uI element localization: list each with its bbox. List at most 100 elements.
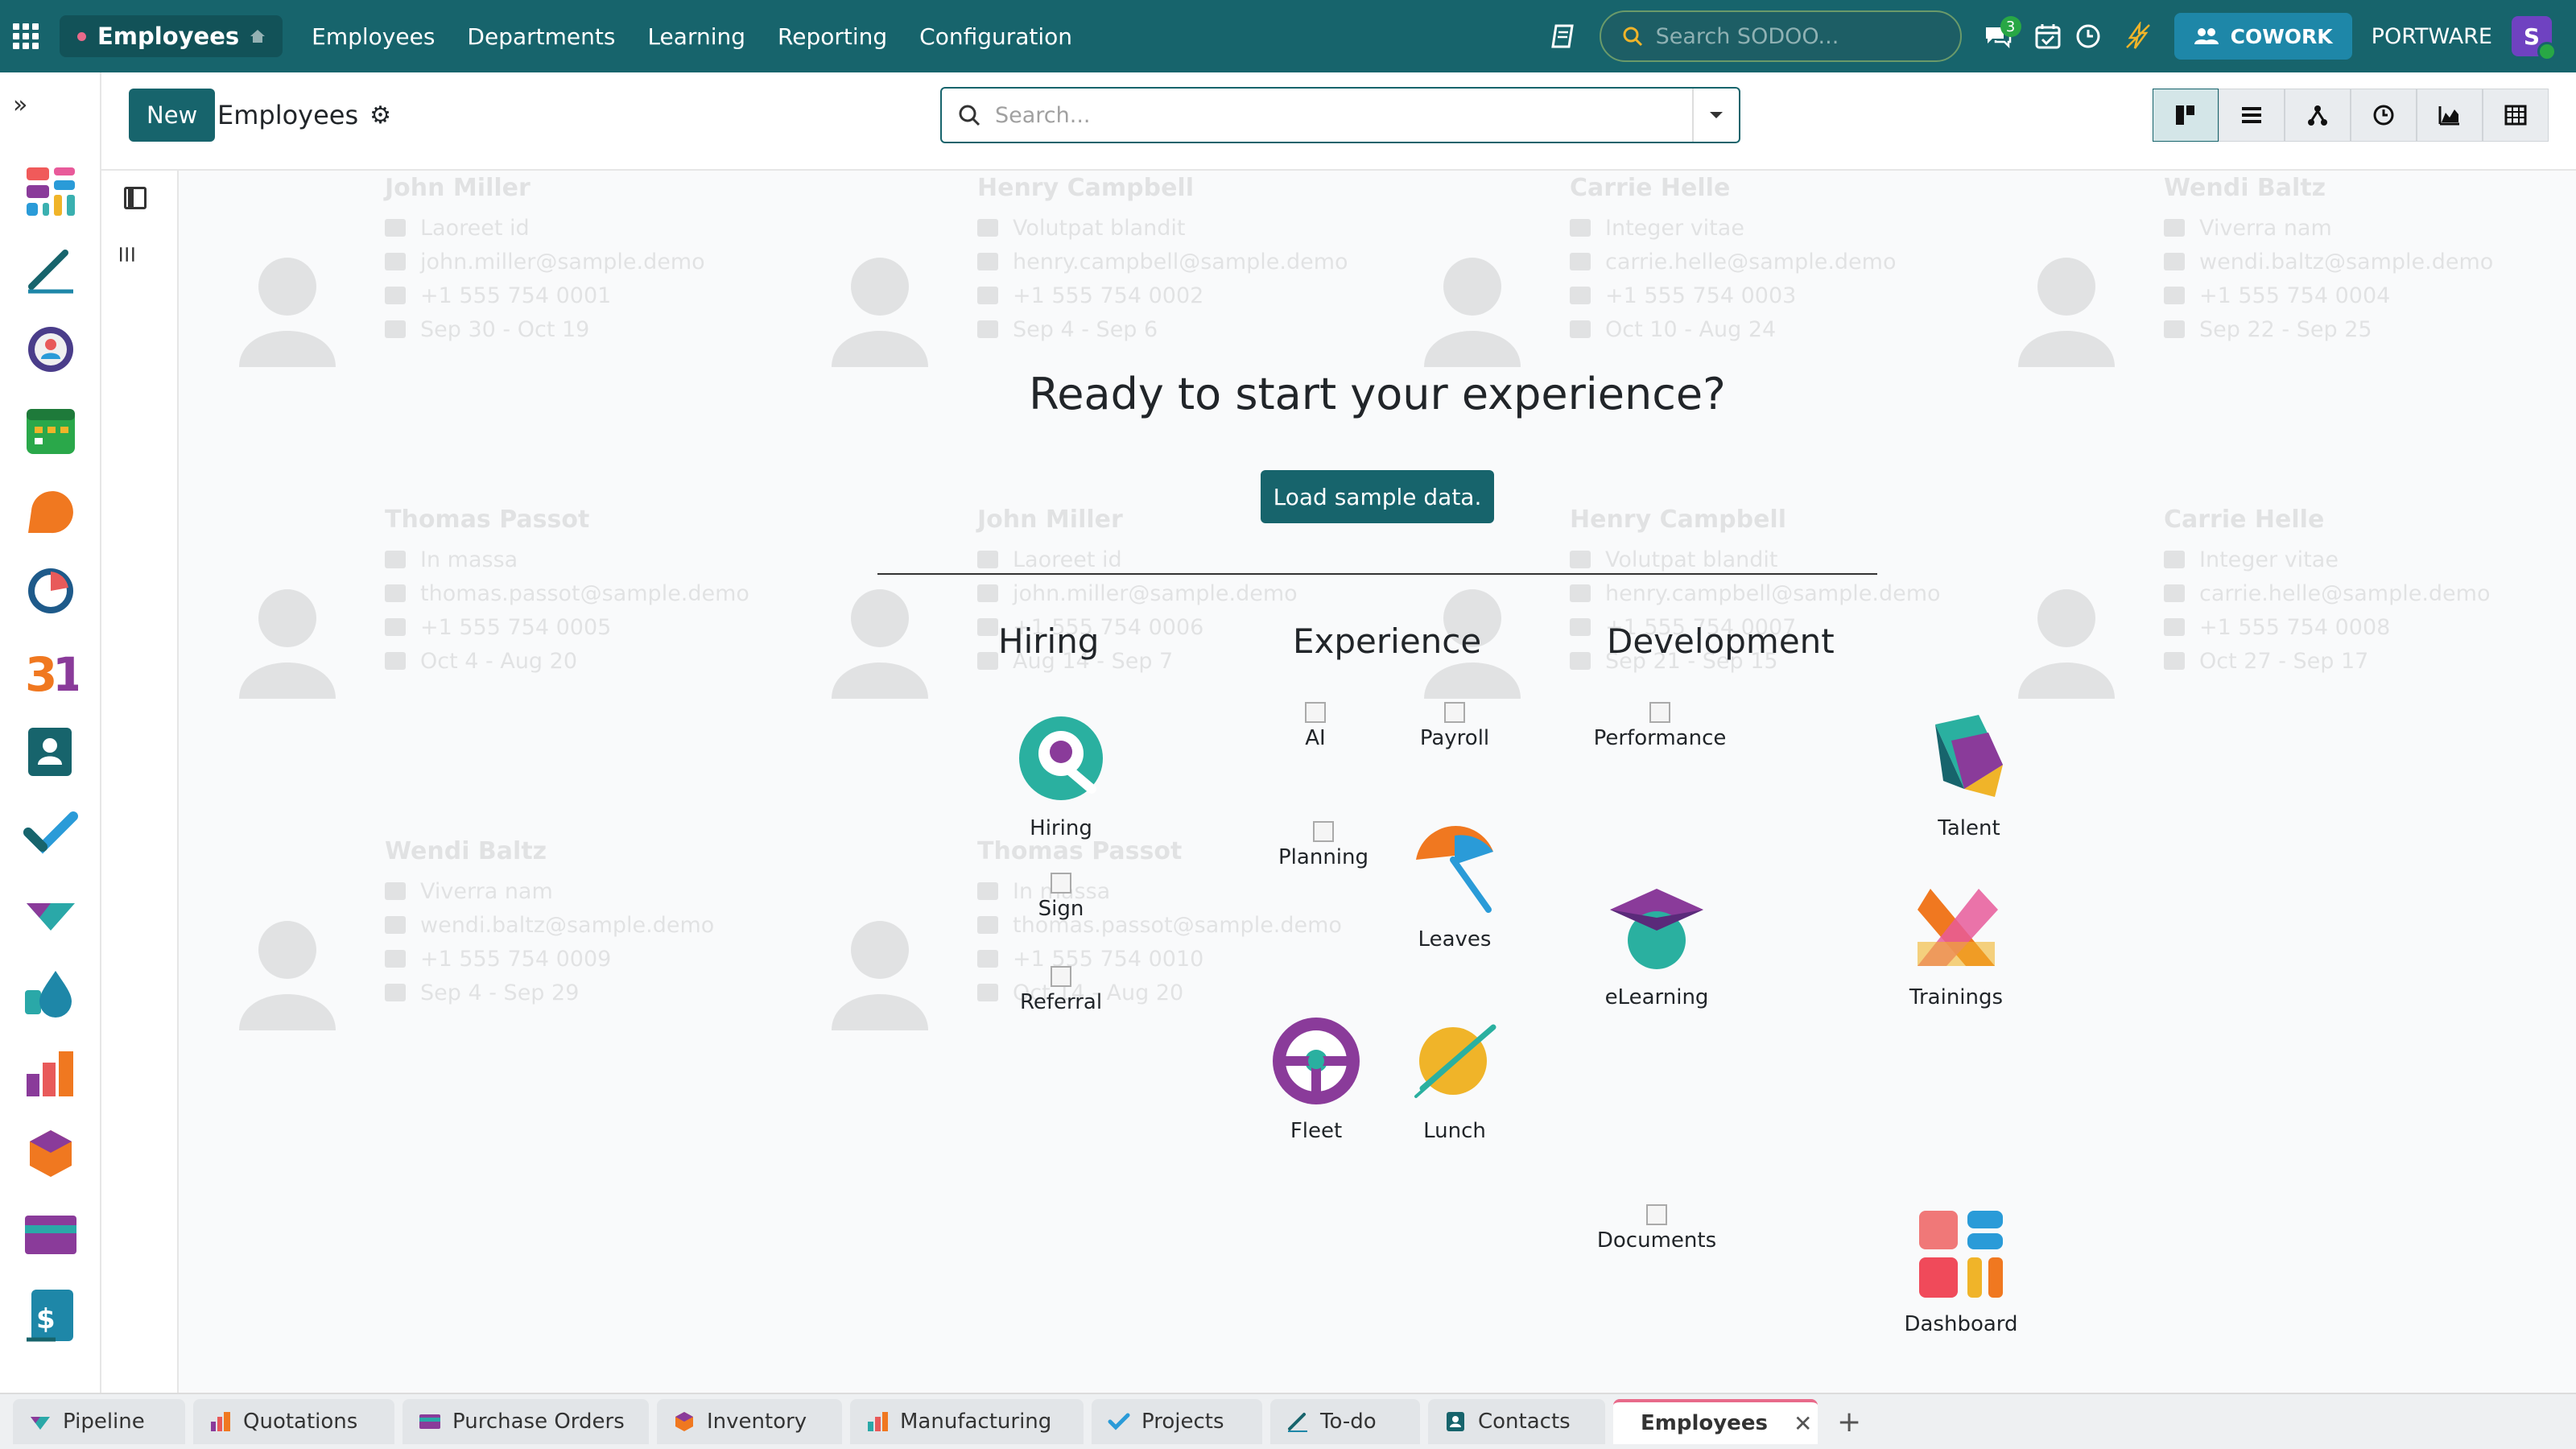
app-leaves[interactable]: Leaves	[1394, 819, 1515, 952]
app-documents[interactable]: Documents	[1576, 1204, 1737, 1253]
pipeline-app-icon[interactable]	[23, 886, 78, 940]
search-bar[interactable]: Search...	[940, 87, 1740, 143]
list-view-icon[interactable]	[2219, 89, 2285, 142]
pivot-view-icon[interactable]	[2483, 89, 2549, 142]
hierarchy-view-icon[interactable]	[2285, 89, 2351, 142]
current-app-name: Employees	[97, 23, 240, 50]
calendar-check-icon[interactable]	[2028, 16, 2068, 56]
close-tab-icon[interactable]: ✕	[1794, 1410, 1812, 1437]
app-elearning-label: eLearning	[1604, 985, 1709, 1009]
trainings-icon	[1918, 889, 1998, 966]
kanban-area: John Miller Laoreet id john.miller@sample.…	[179, 171, 2576, 1393]
discuss-app-icon[interactable]	[23, 483, 78, 538]
app-menu-icon[interactable]	[0, 0, 52, 72]
broken-image-icon	[1646, 1204, 1667, 1225]
tab-quotations[interactable]: Quotations	[193, 1399, 394, 1444]
inventory-drop-app-icon[interactable]	[23, 966, 78, 1021]
purchase-app-icon[interactable]	[23, 1208, 78, 1262]
column-hiring-heading: Hiring	[998, 621, 1100, 661]
invoicing-app-icon[interactable]: $	[23, 1288, 78, 1343]
kanban-view-icon[interactable]	[2153, 89, 2219, 142]
projects-app-icon[interactable]	[23, 805, 78, 860]
gear-icon[interactable]: ⚙	[369, 101, 391, 130]
messages-icon[interactable]: 3	[1978, 16, 2021, 56]
app-sign[interactable]: Sign	[997, 873, 1125, 921]
menu-configuration[interactable]: Configuration	[903, 23, 1088, 50]
page-title: Employees	[217, 100, 359, 130]
app-payroll[interactable]: Payroll	[1394, 702, 1515, 750]
menu-departments[interactable]: Departments	[451, 23, 631, 50]
app-referral[interactable]: Referral	[997, 966, 1125, 1014]
load-sample-data-button[interactable]: Load sample data.	[1261, 470, 1494, 523]
app-elearning[interactable]: eLearning	[1592, 877, 1721, 1009]
cowork-app-icon[interactable]	[23, 322, 78, 377]
add-tab-icon[interactable]: +	[1837, 1406, 1861, 1439]
search-options-chevron-down-icon[interactable]	[1692, 89, 1739, 142]
app-talent[interactable]: Talent	[1905, 708, 2033, 840]
broken-image-icon	[1305, 702, 1326, 723]
app-planning[interactable]: Planning	[1259, 821, 1388, 869]
filter-list-icon[interactable]: ☰	[115, 246, 138, 263]
clock-icon[interactable]	[2068, 16, 2108, 56]
svg-text:1: 1	[52, 647, 78, 699]
manufacturing-icon	[868, 1412, 888, 1431]
contacts-icon	[1447, 1412, 1464, 1431]
app-lunch[interactable]: Lunch	[1394, 1011, 1515, 1143]
elearning-graduation-icon	[1610, 889, 1703, 969]
company-switcher[interactable]: PORTWARE	[2372, 24, 2492, 49]
todo-app-icon[interactable]	[23, 242, 78, 296]
timesheet-app-icon[interactable]	[23, 564, 78, 618]
tab-employees[interactable]: Employees ✕	[1613, 1399, 1818, 1444]
sidebar-expand-icon[interactable]: »	[0, 72, 100, 137]
global-search-input[interactable]: Search SODOO...	[1599, 10, 1962, 62]
tab-manufacturing[interactable]: Manufacturing	[850, 1399, 1084, 1444]
menu-learning[interactable]: Learning	[631, 23, 762, 50]
search-panel-toggle: ☰	[101, 171, 179, 1393]
pipeline-icon	[31, 1417, 50, 1430]
app-hiring[interactable]: Hiring	[997, 708, 1125, 840]
tab-pipeline[interactable]: Pipeline	[13, 1399, 185, 1444]
breadcrumb: Employees ⚙	[217, 89, 391, 142]
app-trainings-label: Trainings	[1909, 985, 2004, 1009]
current-app-brand[interactable]: Employees	[60, 15, 283, 57]
purchase-icon	[419, 1414, 440, 1429]
tab-contacts[interactable]: Contacts	[1428, 1399, 1605, 1444]
dashboard-app-icon[interactable]	[23, 164, 78, 219]
tab-purchase-orders[interactable]: Purchase Orders	[402, 1399, 649, 1444]
manufacturing-app-icon[interactable]	[23, 1046, 78, 1101]
activity-view-icon[interactable]	[2351, 89, 2417, 142]
leaves-umbrella-icon	[1416, 826, 1493, 913]
app-sidebar: » 31 $	[0, 72, 101, 1393]
broken-image-icon	[1051, 966, 1071, 987]
app-performance-label: Performance	[1593, 726, 1727, 750]
app-trainings[interactable]: Trainings	[1892, 877, 2021, 1009]
contacts-app-icon[interactable]	[23, 724, 78, 779]
broken-image-icon	[1313, 821, 1334, 842]
inventory-app-icon[interactable]	[23, 1127, 78, 1182]
documentation-icon[interactable]	[1543, 16, 1583, 56]
helper-title: Ready to start your experience?	[1029, 369, 1726, 419]
lightning-icon[interactable]	[2118, 16, 2158, 56]
app-payroll-label: Payroll	[1419, 726, 1490, 750]
tab-projects[interactable]: Projects	[1092, 1399, 1262, 1444]
graph-view-icon[interactable]	[2417, 89, 2483, 142]
tab-todo[interactable]: To-do	[1270, 1399, 1420, 1444]
menu-reporting[interactable]: Reporting	[762, 23, 903, 50]
side-panel-icon[interactable]	[124, 187, 147, 209]
quotations-icon	[211, 1412, 230, 1431]
search-input[interactable]: Search...	[995, 103, 1692, 128]
cowork-button[interactable]: COWORK	[2174, 13, 2352, 60]
hiring-app-icon	[1019, 716, 1103, 800]
app-talent-label: Talent	[1938, 816, 2000, 840]
calendar-app-icon[interactable]	[23, 402, 78, 457]
app-fleet[interactable]: Fleet	[1256, 1011, 1377, 1143]
calendar-31-app-icon[interactable]: 31	[23, 644, 78, 699]
tab-inventory[interactable]: Inventory	[657, 1399, 842, 1444]
user-avatar[interactable]: S	[2512, 16, 2557, 61]
new-button[interactable]: New	[129, 89, 216, 142]
app-dashboard[interactable]: Dashboard	[1897, 1204, 2025, 1336]
search-icon	[1623, 27, 1642, 47]
app-ai[interactable]: AI	[1259, 702, 1372, 750]
menu-employees[interactable]: Employees	[295, 23, 451, 50]
app-performance[interactable]: Performance	[1571, 702, 1748, 750]
